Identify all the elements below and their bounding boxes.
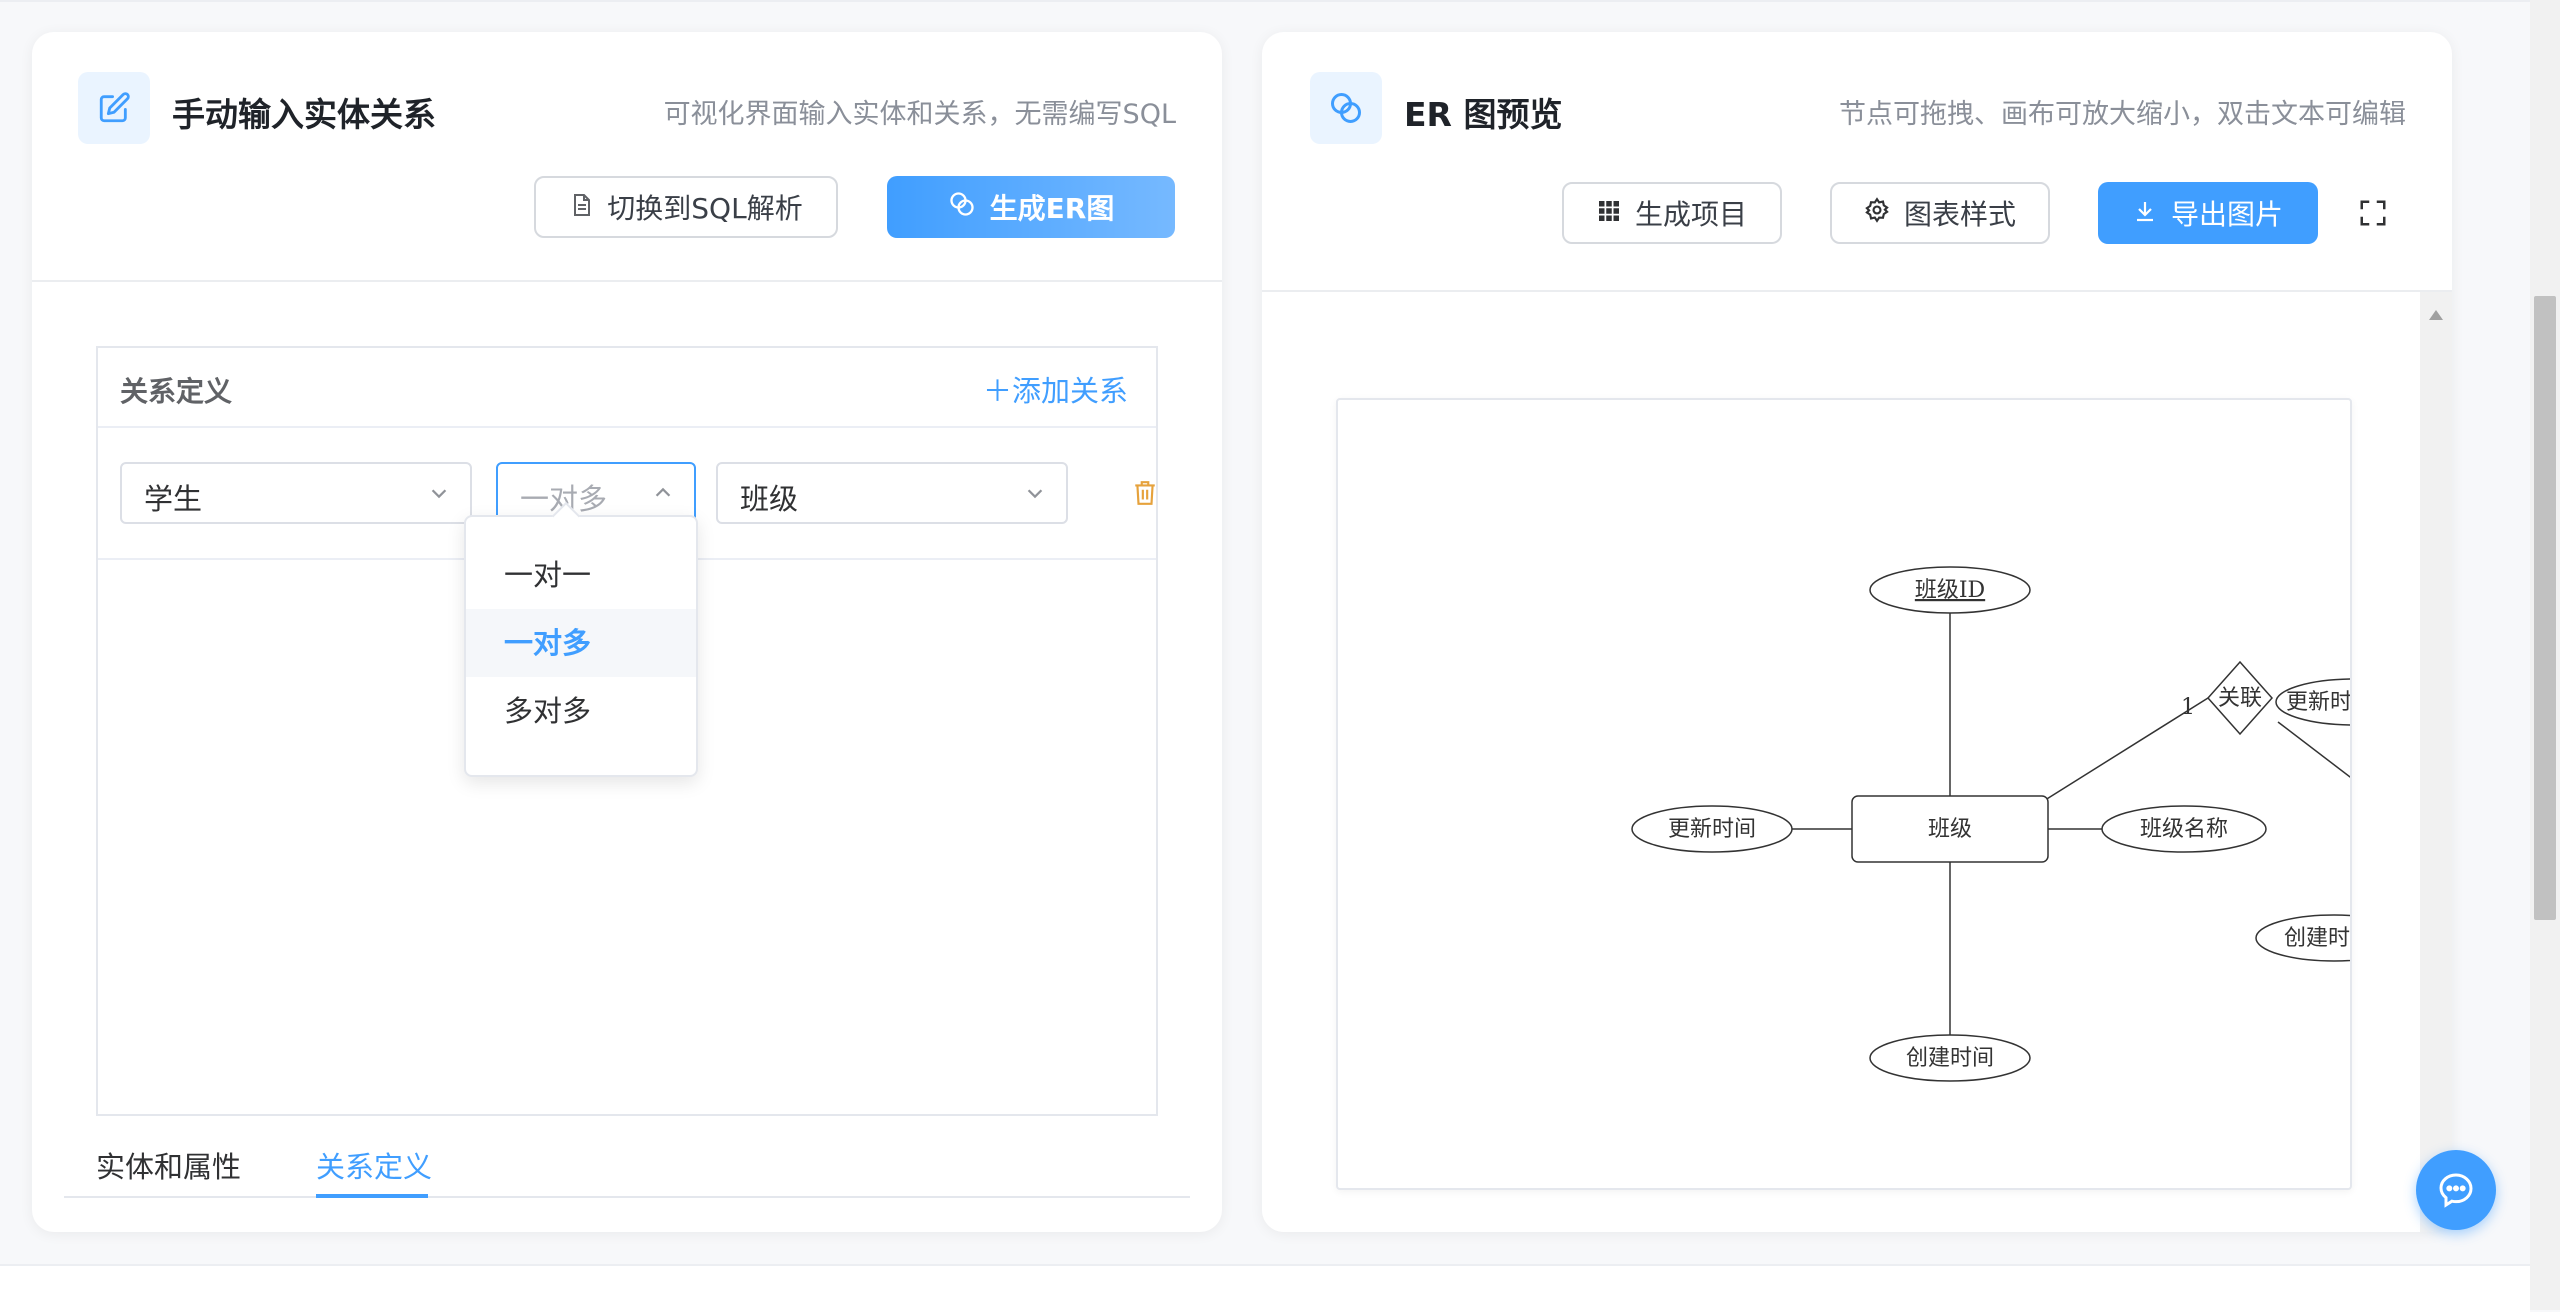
er-canvas-area: 班级ID 更新时间 班级名称 创建时间 班级 关联 1 更新时 创建时 — [1262, 292, 2420, 1232]
active-tab-indicator — [316, 1194, 428, 1198]
header-divider — [32, 280, 1222, 282]
from-entity-select[interactable]: 学生 — [120, 462, 472, 524]
option-one-to-many[interactable]: 一对多 — [466, 609, 696, 677]
relation-panel-header: 关系定义 ＋添加关系 — [98, 348, 1156, 428]
er-diagram-canvas[interactable]: 班级ID 更新时间 班级名称 创建时间 班级 关联 1 更新时 创建时 — [1336, 398, 2352, 1190]
top-border — [0, 0, 2530, 2]
chart-style-label: 图表样式 — [1903, 198, 2016, 231]
fullscreen-icon[interactable] — [2358, 198, 2388, 228]
generate-er-button[interactable]: 生成ER图 — [887, 176, 1175, 238]
page-description: 可视化界面输入实体和关系，无需编写SQL — [663, 99, 1176, 130]
tab-relation-definition[interactable]: 关系定义 — [316, 1144, 432, 1186]
switch-to-sql-label: 切换到SQL解析 — [607, 192, 803, 225]
edit-icon — [78, 72, 150, 144]
tabs-divider — [64, 1196, 1190, 1198]
export-image-label: 导出图片 — [2170, 198, 2283, 231]
partial-attr-created-label: 创建时 — [2284, 926, 2350, 951]
page-scrollbar-thumb[interactable] — [2534, 296, 2556, 920]
cardinality-label: 1 — [2181, 695, 2195, 720]
option-many-to-many[interactable]: 多对多 — [466, 677, 696, 745]
gear-icon — [1864, 196, 1890, 230]
preview-title: ER 图预览 — [1404, 95, 1563, 134]
add-relation-button[interactable]: ＋添加关系 — [983, 368, 1128, 410]
er-preview-card: ER 图预览 节点可拖拽、画布可放大缩小，双击文本可编辑 生成项目 图表样式 导… — [1262, 32, 2452, 1232]
option-one-to-one[interactable]: 一对一 — [466, 541, 696, 609]
generate-er-label: 生成ER图 — [989, 192, 1115, 225]
partial-attr-updated-label: 更新时 — [2286, 690, 2352, 715]
relation-type-dropdown: 一对一 一对多 多对多 — [464, 501, 698, 777]
scroll-up-arrow-icon[interactable] — [2429, 310, 2443, 320]
chat-icon[interactable] — [2416, 1150, 2496, 1230]
canvas-scrollbar[interactable] — [2420, 292, 2452, 1232]
to-entity-value: 班级 — [740, 482, 799, 516]
er-diagram: 班级ID 更新时间 班级名称 创建时间 班级 关联 1 更新时 创建时 — [1631, 566, 2352, 1082]
relationship-label: 关联 — [2218, 686, 2262, 711]
to-entity-select[interactable]: 班级 — [716, 462, 1068, 524]
tab-entities-attributes[interactable]: 实体和属性 — [96, 1144, 241, 1186]
bottom-bar — [0, 1264, 2530, 1312]
chart-style-button[interactable]: 图表样式 — [1830, 182, 2050, 244]
entity-label: 班级 — [1928, 817, 1972, 842]
attr-primary-key-label: 班级ID — [1915, 578, 1985, 603]
relation-section-title: 关系定义 — [120, 375, 233, 408]
generate-project-button[interactable]: 生成项目 — [1562, 182, 1782, 244]
trash-icon[interactable] — [1132, 478, 1160, 508]
generate-project-label: 生成项目 — [1634, 198, 1747, 231]
document-icon — [569, 191, 593, 224]
attr-name-label: 班级名称 — [2140, 817, 2228, 842]
from-entity-value: 学生 — [144, 482, 203, 516]
chevron-up-icon — [655, 487, 671, 497]
export-image-button[interactable]: 导出图片 — [2098, 182, 2318, 244]
edge-relation-offscreen — [2277, 721, 2350, 778]
chevron-down-icon — [431, 489, 447, 499]
page-title: 手动输入实体关系 — [172, 95, 436, 134]
chevron-down-icon — [1027, 489, 1043, 499]
link-icon — [1310, 72, 1382, 144]
download-icon — [2133, 197, 2157, 230]
attr-updated-label: 更新时间 — [1668, 817, 1756, 842]
switch-to-sql-button[interactable]: 切换到SQL解析 — [534, 176, 838, 238]
grid-icon — [1597, 197, 1621, 230]
link-icon — [948, 190, 976, 225]
page-scrollbar[interactable] — [2530, 0, 2560, 1310]
preview-description: 节点可拖拽、画布可放大缩小，双击文本可编辑 — [1839, 99, 2406, 130]
attr-created-label: 创建时间 — [1906, 1046, 1994, 1071]
